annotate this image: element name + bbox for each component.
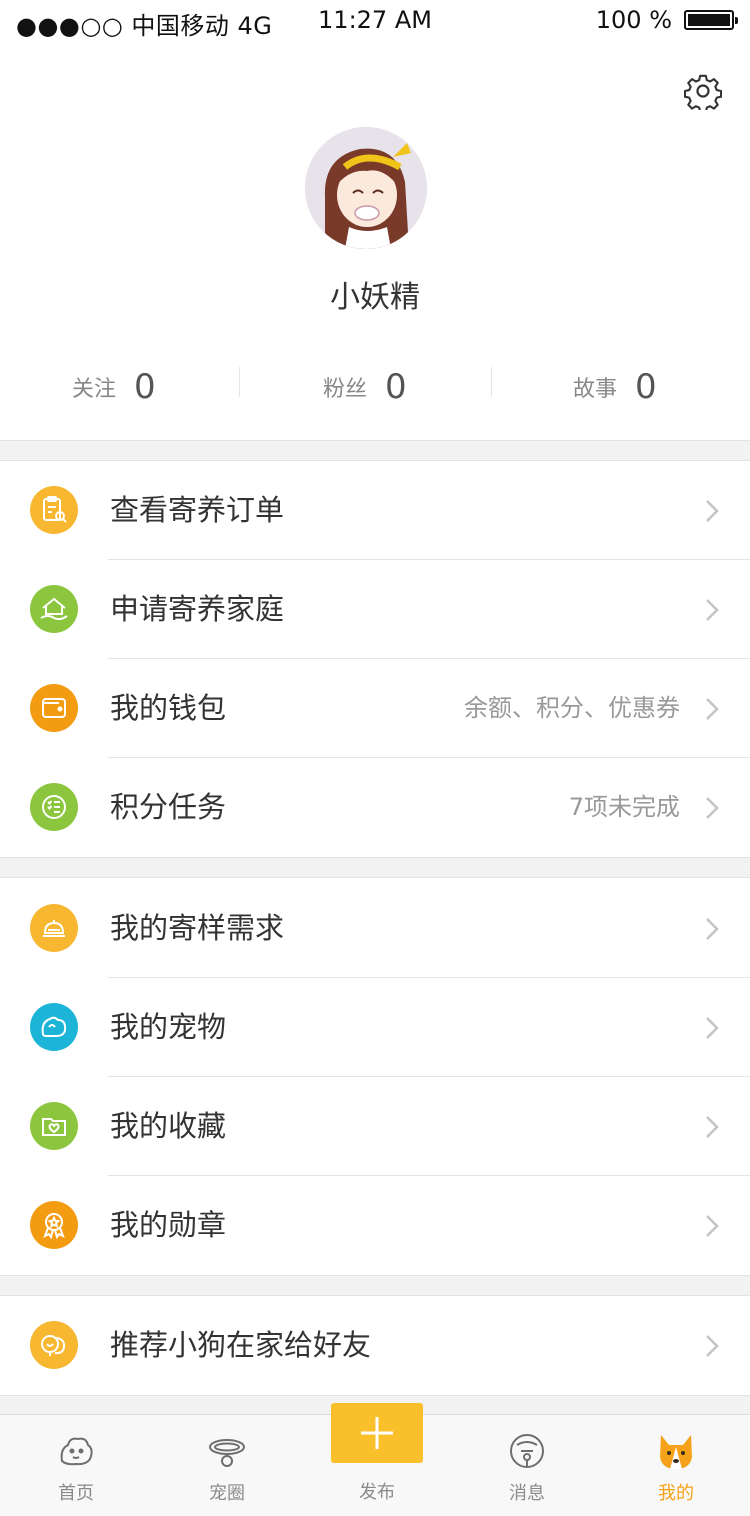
status-bar: ●●●○○ 中国移动 4G 11:27 AM 100 % (0, 0, 750, 42)
chevron-right-icon (706, 797, 719, 819)
stat-count: 0 (134, 367, 156, 407)
corgi-icon (660, 1435, 692, 1469)
menu-label: 我的寄样需求 (110, 911, 285, 945)
menu-label: 我的勋章 (110, 1208, 227, 1242)
bell-icon (510, 1434, 544, 1468)
stat-following[interactable]: 关注 0 (72, 352, 156, 422)
stat-label: 故事 (573, 377, 618, 402)
tab-label: 我的 (658, 1483, 694, 1504)
favorites-folder-icon (30, 1102, 78, 1150)
wallet-icon (30, 684, 78, 732)
menu-row-medals[interactable]: 我的勋章 (0, 1176, 750, 1275)
order-search-icon (30, 486, 78, 534)
plus-icon (361, 1417, 393, 1449)
stat-label: 关注 (72, 377, 117, 402)
checklist-icon (30, 783, 78, 831)
menu-label: 我的宠物 (110, 1010, 227, 1044)
menu-row-recommend-friends[interactable]: 推荐小狗在家给好友 (0, 1296, 750, 1395)
tab-label: 消息 (509, 1483, 545, 1504)
tab-me[interactable]: 我的 (621, 1415, 731, 1516)
menu-row-points-tasks[interactable]: 积分任务 7项未完成 (0, 758, 750, 857)
menu-row-foster-orders[interactable]: 查看寄养订单 (0, 461, 750, 560)
menu-sublabel: 7项未完成 (568, 793, 680, 821)
chevron-right-icon (706, 500, 719, 522)
menu-sublabel: 余额、积分、优惠券 (464, 694, 680, 722)
chevron-right-icon (706, 599, 719, 621)
profile-page: ●●●○○ 中国移动 4G 11:27 AM 100 % 小妖精 关注 0 粉丝… (0, 0, 750, 1516)
tab-messages[interactable]: 消息 (472, 1415, 582, 1516)
section-gap (0, 1275, 750, 1296)
menu-label: 推荐小狗在家给好友 (110, 1328, 372, 1362)
publish-button[interactable] (331, 1403, 423, 1463)
section-gap (0, 857, 750, 878)
chevron-right-icon (706, 698, 719, 720)
house-hand-icon (30, 585, 78, 633)
tab-home[interactable]: 首页 (21, 1415, 131, 1516)
chevron-right-icon (706, 918, 719, 940)
username: 小妖精 (330, 280, 420, 315)
battery-percent: 100 % (595, 6, 672, 34)
avatar-illustration (305, 127, 427, 249)
menu-label: 查看寄养订单 (110, 493, 285, 527)
section-gap (0, 440, 750, 461)
battery-icon (684, 10, 738, 30)
stat-label: 粉丝 (323, 377, 368, 402)
home-pet-icon (60, 1437, 93, 1466)
chevron-right-icon (706, 1215, 719, 1237)
menu-row-favorites[interactable]: 我的收藏 (0, 1077, 750, 1176)
stat-count: 0 (635, 367, 657, 407)
tab-label: 宠圈 (209, 1483, 245, 1504)
stat-stories[interactable]: 故事 0 (573, 352, 657, 422)
menu-label: 积分任务 (110, 790, 227, 824)
menu-row-apply-foster-family[interactable]: 申请寄养家庭 (0, 560, 750, 659)
publish-label: 发布 (359, 1482, 395, 1503)
tab-label: 首页 (58, 1483, 94, 1504)
collar-icon (209, 1439, 245, 1467)
medal-icon (30, 1201, 78, 1249)
menu-label: 申请寄养家庭 (110, 592, 285, 626)
pet-icon (30, 1003, 78, 1051)
gear-icon (683, 74, 723, 113)
menu-row-my-pets[interactable]: 我的宠物 (0, 978, 750, 1077)
profile-stats: 关注 0 粉丝 0 故事 0 (0, 352, 750, 422)
chevron-right-icon (706, 1017, 719, 1039)
menu-label: 我的钱包 (110, 691, 227, 725)
tab-pet-circle[interactable]: 宠圈 (172, 1415, 282, 1516)
stat-fans[interactable]: 粉丝 0 (323, 352, 407, 422)
recommend-icon (30, 1321, 78, 1369)
menu-row-wallet[interactable]: 我的钱包 余额、积分、优惠券 (0, 659, 750, 758)
settings-button[interactable] (683, 72, 723, 113)
menu-label: 我的收藏 (110, 1109, 227, 1143)
chevron-right-icon (706, 1116, 719, 1138)
stat-divider (239, 367, 240, 397)
service-bell-icon (30, 904, 78, 952)
chevron-right-icon (706, 1335, 719, 1357)
menu-row-sample-requests[interactable]: 我的寄样需求 (0, 879, 750, 978)
stat-count: 0 (385, 367, 407, 407)
stat-divider (491, 367, 492, 397)
avatar[interactable] (305, 127, 427, 249)
